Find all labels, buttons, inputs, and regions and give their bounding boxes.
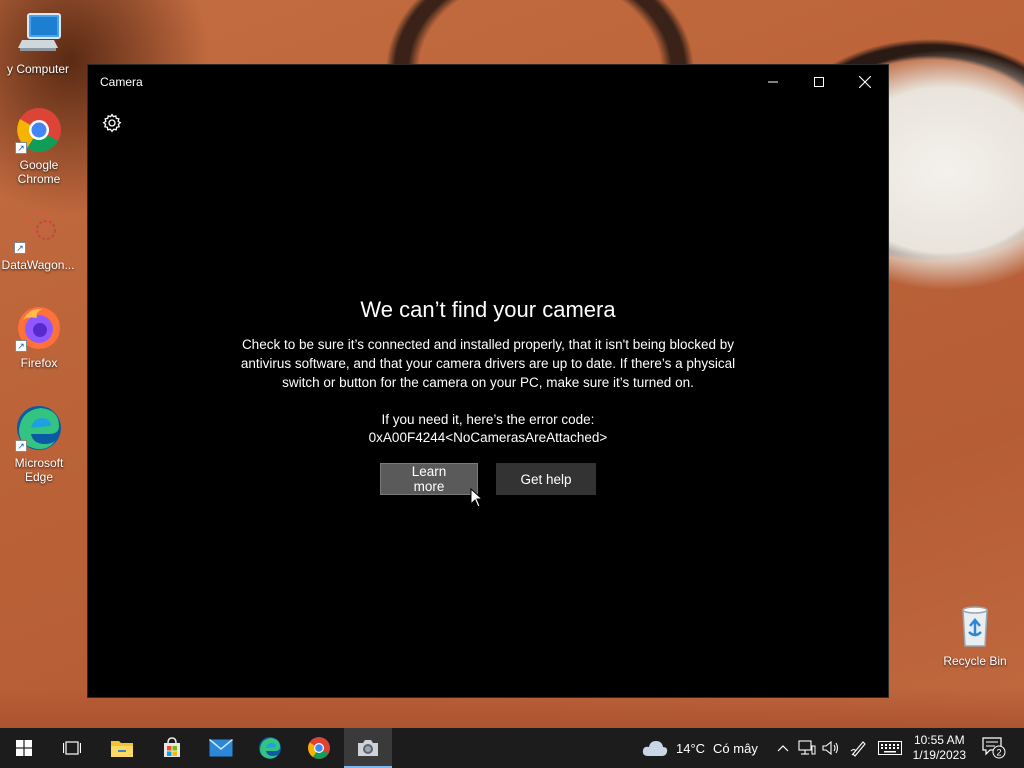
desktop-icon-label: Google Chrome — [17, 158, 61, 186]
touch-keyboard-button[interactable] — [878, 728, 902, 768]
error-code: 0xA00F4244<NoCamerasAreAttached> — [368, 430, 608, 445]
recycle-bin-icon — [951, 602, 999, 650]
desktop-icon-label: y Computer — [6, 62, 70, 76]
chrome-icon — [308, 737, 330, 759]
weather-temperature: 14°C — [676, 740, 706, 756]
desktop-icon-label: Firefox — [20, 356, 58, 370]
desktop-icon-google-chrome[interactable]: ↗ Google Chrome — [1, 106, 77, 186]
start-button[interactable] — [0, 728, 48, 768]
clock-date: 1/19/2023 — [912, 748, 966, 762]
taskbar: 14°C Có mây 10:55 AM 1/19/2023 2 — [0, 728, 1024, 768]
notification-icon: 2 — [982, 737, 1006, 759]
mail-icon — [209, 739, 233, 757]
desktop-icon-label: DataWagon... — [1, 258, 75, 272]
task-view-icon — [63, 741, 81, 755]
camera-icon — [358, 740, 378, 756]
folder-icon — [111, 741, 133, 757]
keyboard-icon — [878, 741, 902, 755]
learn-more-button[interactable]: Learn more — [380, 463, 478, 495]
notification-count: 2 — [996, 748, 1001, 758]
taskbar-microsoft-store[interactable] — [148, 728, 196, 768]
maximize-button[interactable] — [796, 65, 842, 99]
notifications-button[interactable]: 2 — [980, 728, 1008, 768]
settings-button[interactable] — [100, 111, 124, 135]
volume-button[interactable] — [822, 728, 840, 768]
edge-icon — [259, 737, 281, 759]
action-buttons: Learn more Get help — [88, 463, 888, 495]
pen-icon — [850, 741, 866, 757]
shortcut-arrow-icon: ↗ — [15, 340, 27, 352]
error-code-intro: If you need it, here’s the error code: — [381, 412, 595, 427]
firefox-icon: ↗ — [15, 304, 63, 352]
store-icon — [164, 737, 180, 757]
pen-button[interactable] — [850, 728, 868, 768]
chrome-icon: ↗ — [15, 106, 63, 154]
taskbar-chrome[interactable] — [295, 728, 343, 768]
desktop-icon-microsoft-edge[interactable]: ↗ Microsoft Edge — [1, 404, 77, 484]
datawagon-icon: ↗ — [14, 206, 62, 254]
edge-icon: ↗ — [15, 404, 63, 452]
chevron-up-icon — [777, 745, 789, 752]
maximize-icon — [814, 77, 824, 87]
desktop-icon-label: Recycle Bin — [943, 654, 1007, 668]
error-code-block: If you need it, here’s the error code: 0… — [88, 411, 888, 447]
close-icon — [859, 76, 871, 88]
title-bar[interactable]: Camera — [88, 65, 888, 99]
taskbar-file-explorer[interactable] — [98, 728, 146, 768]
desktop-icon-label: Microsoft Edge — [14, 456, 64, 484]
gear-icon — [102, 113, 122, 133]
desktop-icon-my-computer[interactable]: y Computer — [0, 10, 76, 76]
minimize-button[interactable] — [750, 65, 796, 99]
speaker-icon — [822, 740, 839, 756]
shortcut-arrow-icon: ↗ — [15, 142, 27, 154]
mouse-cursor-icon — [470, 488, 484, 508]
minimize-icon — [768, 81, 778, 83]
taskbar-camera[interactable] — [344, 728, 392, 768]
weather-widget[interactable]: 14°C Có mây — [642, 728, 758, 768]
error-message: We can’t find your camera Check to be su… — [88, 297, 888, 495]
desktop-icon-datawagon[interactable]: ↗ DataWagon... — [0, 206, 76, 272]
shortcut-arrow-icon: ↗ — [14, 242, 26, 254]
error-body: Check to be sure it’s connected and inst… — [240, 337, 736, 390]
weather-description: Có mây — [713, 740, 758, 756]
get-help-button[interactable]: Get help — [496, 463, 596, 495]
windows-logo-icon — [16, 740, 32, 756]
task-view-button[interactable] — [48, 728, 96, 768]
window-title: Camera — [100, 75, 143, 89]
clock[interactable]: 10:55 AM 1/19/2023 — [913, 733, 966, 763]
show-hidden-icons-button[interactable] — [776, 728, 790, 768]
camera-window: Camera We can’t find your camera Check t… — [87, 64, 889, 698]
taskbar-edge[interactable] — [246, 728, 294, 768]
desktop-icon-recycle-bin[interactable]: Recycle Bin — [937, 602, 1013, 668]
clock-time: 10:55 AM — [913, 733, 965, 747]
network-button[interactable] — [798, 728, 816, 768]
desktop-icon-firefox[interactable]: ↗ Firefox — [1, 304, 77, 370]
close-button[interactable] — [842, 65, 888, 99]
shortcut-arrow-icon: ↗ — [15, 440, 27, 452]
cloud-icon — [642, 741, 668, 756]
computer-icon — [14, 10, 62, 58]
error-heading: We can’t find your camera — [360, 297, 616, 322]
network-icon — [798, 740, 816, 755]
taskbar-mail[interactable] — [197, 728, 245, 768]
